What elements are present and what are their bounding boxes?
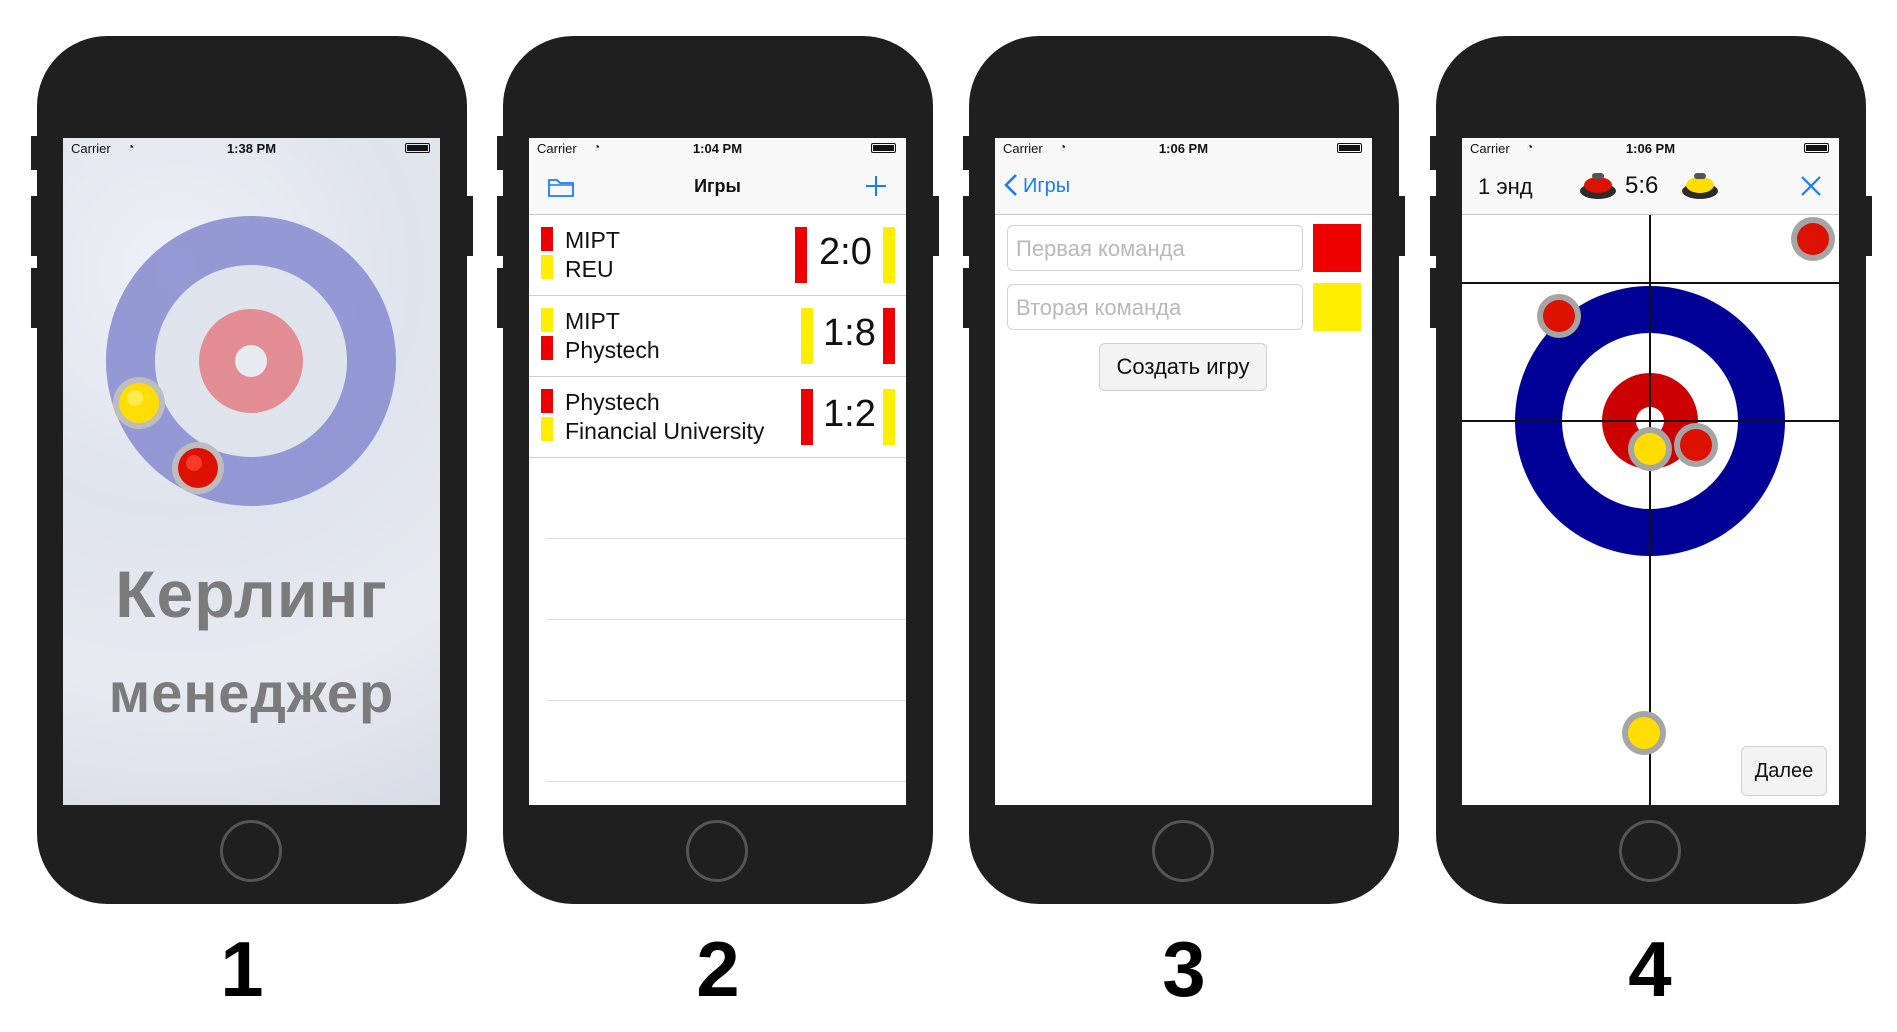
yellow-stone xyxy=(1628,427,1672,471)
phone-4: Carrier ◔ 1:06 PM 1 энд 5:6 Далее xyxy=(1430,36,1872,904)
team2-color xyxy=(541,255,553,279)
team2-name: Phystech xyxy=(565,337,660,363)
home-button[interactable] xyxy=(1619,820,1681,882)
logo-subtitle: менеджер xyxy=(108,661,395,724)
phone-2: Carrier ◔ 1:04 PM Игры MIPT REU 2:0 MIPT… xyxy=(497,36,939,904)
nav-bar: Игры xyxy=(529,158,906,215)
status-time: 1:04 PM xyxy=(692,141,743,156)
status-bar: Carrier ◔ 1:06 PM xyxy=(1462,138,1839,158)
close-icon[interactable] xyxy=(1799,174,1823,198)
phone-1: Carrier ◔ 1:38 PM Керлинг менеджер xyxy=(31,36,473,904)
home-button[interactable] xyxy=(1152,820,1214,882)
plus-icon[interactable] xyxy=(864,174,888,198)
red-stone-icon xyxy=(172,442,224,494)
chevron-left-icon xyxy=(1004,174,1017,196)
battery-icon xyxy=(871,143,896,153)
game-row[interactable]: MIPT Phystech 1:8 xyxy=(529,296,906,377)
game-score: 2:0 xyxy=(819,231,872,273)
team2-color xyxy=(541,417,553,441)
team1-color xyxy=(541,389,553,413)
home-button[interactable] xyxy=(686,820,748,882)
score-color-left xyxy=(801,308,813,364)
screen-label-4: 4 xyxy=(1628,925,1672,1013)
red-stone xyxy=(1537,294,1581,338)
yellow-stone-icon xyxy=(1682,173,1718,199)
game-row[interactable]: Phystech Financial University 1:2 xyxy=(529,377,906,458)
next-button[interactable]: Далее xyxy=(1741,746,1827,796)
team1-name: MIPT xyxy=(565,308,620,334)
separator xyxy=(547,781,906,782)
phone-3: Carrier ◔ 1:06 PM Игры Первая команда Вт… xyxy=(963,36,1405,904)
games-list-screen: Carrier ◔ 1:04 PM Игры MIPT REU 2:0 MIPT… xyxy=(529,138,906,805)
score-color-left xyxy=(795,227,807,283)
red-stone xyxy=(1791,217,1835,261)
status-bar: Carrier ◔ 1:04 PM xyxy=(529,138,906,158)
status-bar: Carrier ◔ 1:06 PM xyxy=(995,138,1372,158)
logo-title: Керлинг xyxy=(115,557,388,631)
page-title: Игры xyxy=(694,176,741,196)
status-time: 1:06 PM xyxy=(1158,141,1209,156)
create-game-button[interactable]: Создать игру xyxy=(1099,343,1267,391)
game-score: 5:6 xyxy=(1625,172,1659,199)
end-label: 1 энд xyxy=(1478,174,1533,199)
team2-name: Financial University xyxy=(565,418,765,444)
team2-color xyxy=(541,336,553,360)
game-score: 1:2 xyxy=(823,393,876,435)
home-button[interactable] xyxy=(220,820,282,882)
team2-color-swatch[interactable] xyxy=(1313,283,1361,331)
team2-name-field[interactable]: Вторая команда xyxy=(1007,284,1303,330)
nav-bar: Игры xyxy=(995,158,1372,215)
team1-color-swatch[interactable] xyxy=(1313,224,1361,272)
team1-color xyxy=(541,308,553,332)
team2-name: REU xyxy=(565,256,614,282)
battery-icon xyxy=(1804,143,1829,153)
back-label: Игры xyxy=(1023,175,1071,197)
battery-icon xyxy=(1337,143,1362,153)
separator xyxy=(547,700,906,701)
yellow-stone xyxy=(1622,711,1666,755)
yellow-stone-icon xyxy=(113,377,165,429)
screen-label-2: 2 xyxy=(696,925,740,1013)
red-stone xyxy=(1674,423,1718,467)
splash-screen: Carrier ◔ 1:38 PM Керлинг менеджер xyxy=(63,138,440,805)
game-row[interactable]: MIPT REU 2:0 xyxy=(529,215,906,296)
curling-sheet xyxy=(1462,215,1839,805)
status-time: 1:06 PM xyxy=(1625,141,1676,156)
team1-name: Phystech xyxy=(565,389,660,415)
score-color-right xyxy=(883,227,895,283)
separator xyxy=(547,538,906,539)
screen-label-3: 3 xyxy=(1162,925,1206,1013)
new-game-screen: Carrier ◔ 1:06 PM Игры Первая команда Вт… xyxy=(995,138,1372,805)
screen-label-1: 1 xyxy=(220,925,264,1013)
team1-color xyxy=(541,227,553,251)
game-board-screen: Carrier ◔ 1:06 PM 1 энд 5:6 Далее xyxy=(1462,138,1839,805)
separator xyxy=(547,619,906,620)
score-color-right xyxy=(883,308,895,364)
score-color-right xyxy=(883,389,895,445)
score-color-left xyxy=(801,389,813,445)
team1-name: MIPT xyxy=(565,227,620,253)
team1-name-field[interactable]: Первая команда xyxy=(1007,225,1303,271)
game-score: 1:8 xyxy=(823,312,876,354)
red-stone-icon xyxy=(1580,173,1616,199)
nav-bar: 1 энд 5:6 xyxy=(1462,158,1839,215)
